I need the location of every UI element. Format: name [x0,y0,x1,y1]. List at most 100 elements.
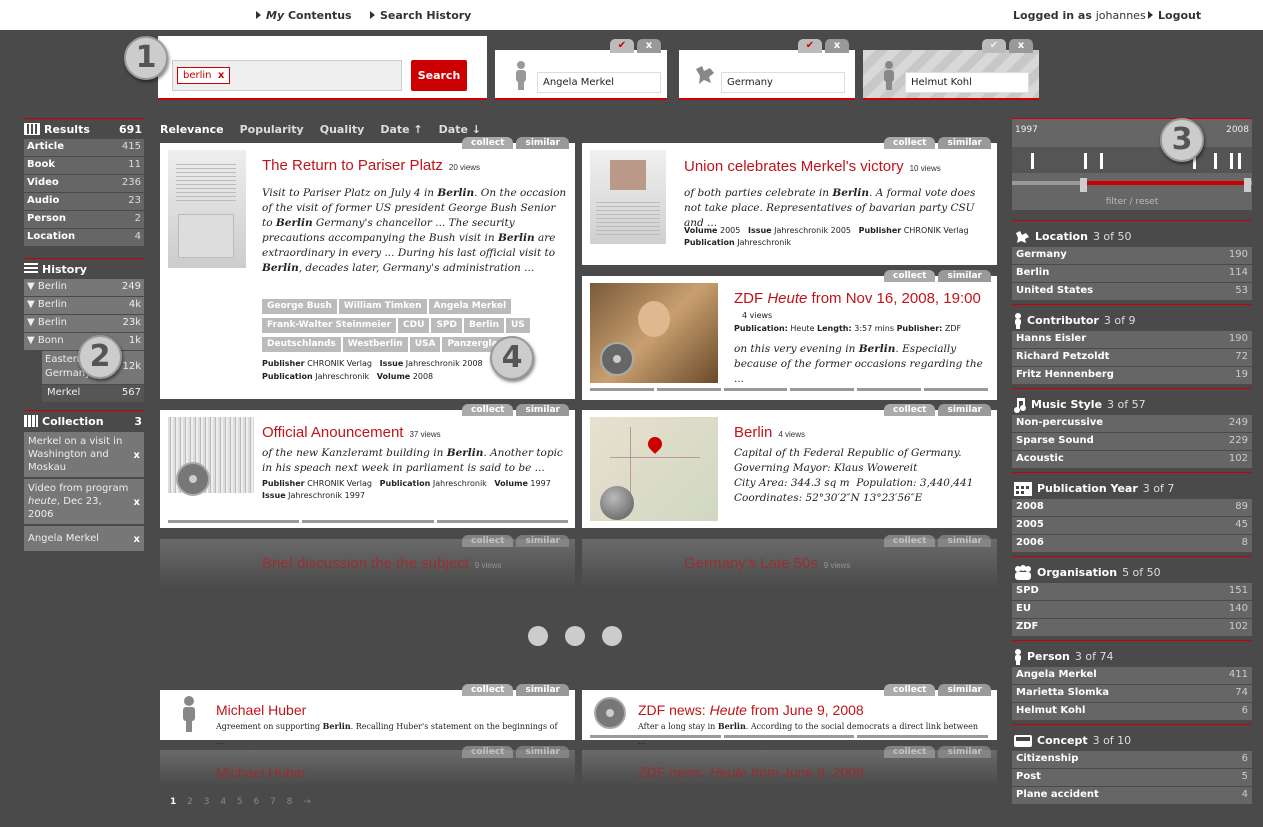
tag[interactable]: George Bush [262,299,337,314]
history-item[interactable]: ▼ Berlin 4k [24,297,144,314]
collect-tab[interactable]: collect [884,535,936,547]
facet-item[interactable]: Plane accident 4 [1012,787,1252,804]
facet-item[interactable]: Richard Petzoldt 72 [1012,349,1252,366]
sort-date-asc[interactable]: Date ↑ [380,123,422,136]
results-item-video[interactable]: Video 236 [24,175,144,192]
tag[interactable]: Berlin [464,318,504,333]
tag[interactable]: William Timken [338,299,427,314]
collection-item[interactable]: Video from program heute, Dec 23, 2006 x [24,479,144,524]
facet-item[interactable]: Berlin 114 [1012,265,1252,282]
card-title[interactable]: Union celebrates Merkel's victory 10 view… [684,158,941,175]
facet-header[interactable]: Publication Year 3 of 7 [1012,472,1252,498]
facet-item[interactable]: Marietta Slomka 74 [1012,685,1252,702]
facet-item[interactable]: Citizenship 6 [1012,751,1252,768]
facet-item[interactable]: Angela Merkel 411 [1012,667,1252,684]
remove-icon[interactable]: x [134,533,140,546]
tag[interactable]: USA [409,337,441,352]
faded-result-card[interactable]: collect similar Germany's Late 50s 9 views [582,535,997,589]
video-segments[interactable] [590,388,988,391]
my-contentus-link[interactable]: My Contentus [256,9,352,22]
collect-tab[interactable]: collect [884,404,936,416]
similar-tab[interactable]: similar [938,404,991,416]
card-title[interactable]: Berlin 4 views [734,424,805,441]
collect-tab[interactable]: collect [884,137,936,149]
facet-item[interactable]: Fritz Hennenberg 19 [1012,367,1252,384]
audio-segments[interactable] [168,520,568,523]
check-icon[interactable]: ✔ [982,39,1006,53]
collect-tab[interactable]: collect [462,404,514,416]
card-title[interactable]: ZDF news: Heute from June 9, 2008 [638,702,864,718]
card-title[interactable]: Official Anouncement 37 views [262,424,441,441]
similar-tab[interactable]: similar [516,137,569,149]
video-segments[interactable] [590,735,989,738]
sort-popularity[interactable]: Popularity [240,123,304,136]
timeline-filter[interactable]: 1997 2008 filter / reset [1012,118,1252,210]
token-remove-icon[interactable]: x [218,70,224,81]
similar-tab[interactable]: similar [516,684,569,696]
facet-item[interactable]: United States 53 [1012,283,1252,300]
filter-link[interactable]: filter [1106,197,1127,207]
result-card[interactable]: collect similar ZDF Heute from Nov 16, 20… [582,270,997,400]
facet-item[interactable]: ZDF 102 [1012,619,1252,636]
tag[interactable]: Westberlin [342,337,408,352]
collection-item[interactable]: Angela Merkel x [24,526,144,551]
similar-tab[interactable]: similar [938,746,991,758]
result-card[interactable]: collect similar Official Anouncement 37 vi… [160,404,575,528]
search-input[interactable]: berlin x [172,60,402,91]
facet-item[interactable]: Helmut Kohl 6 [1012,703,1252,720]
similar-tab[interactable]: similar [516,746,569,758]
tag[interactable]: Angela Merkel [428,299,512,314]
facet-header[interactable]: Organisation 5 of 50 [1012,556,1252,582]
results-item-person[interactable]: Person 2 [24,211,144,228]
collect-tab[interactable]: collect [462,535,514,547]
logout-link[interactable]: Logout [1148,9,1201,22]
pagination[interactable]: 1 2 3 4 5 6 7 8 → [170,797,311,807]
history-item[interactable]: Merkel 567 [42,385,144,402]
collect-tab[interactable]: collect [462,746,514,758]
facet-item[interactable]: Acoustic 102 [1012,451,1252,468]
facet-header[interactable]: Concept 3 of 10 [1012,724,1252,750]
check-icon[interactable]: ✔ [798,39,822,53]
results-item-book[interactable]: Book 11 [24,157,144,174]
facet-item[interactable]: Hanns Eisler 190 [1012,331,1252,348]
facet-header[interactable]: Music Style 3 of 57 [1012,388,1252,414]
facet-item[interactable]: 2005 45 [1012,517,1252,534]
facet-item[interactable]: EU 140 [1012,601,1252,618]
result-card[interactable]: collect similar Union celebrates Merkel's… [582,137,997,265]
tag[interactable]: Frank-Walter Steinmeier [262,318,397,333]
faded-result-card[interactable]: collect similar ZDF news: Heute from June… [582,746,997,786]
card-title[interactable]: Michael Huber [216,702,306,718]
close-icon[interactable]: x [637,39,661,53]
timeline-handle-left[interactable] [1080,178,1087,192]
similar-tab[interactable]: similar [516,535,569,547]
collect-tab[interactable]: collect [884,270,936,282]
facet-header[interactable]: Location 3 of 50 [1012,220,1252,246]
results-item-audio[interactable]: Audio 23 [24,193,144,210]
collection-item[interactable]: Merkel on a visit in Washington and Mosk… [24,432,144,477]
card-title[interactable]: Michael Huber [216,764,306,780]
remove-icon[interactable]: x [134,449,140,462]
card-title[interactable]: Brief discussion the the subject 9 views [262,555,501,572]
collect-tab[interactable]: collect [884,684,936,696]
timeline-handle-right[interactable] [1244,178,1251,192]
result-card[interactable]: collect similar Michael Huber Agreement o… [160,684,575,746]
sort-quality[interactable]: Quality [320,123,365,136]
check-icon[interactable]: ✔ [610,39,634,53]
tag[interactable]: Deutschlands [262,337,341,352]
collect-tab[interactable]: collect [462,684,514,696]
facet-item[interactable]: Germany 190 [1012,247,1252,264]
facet-item[interactable]: Sparse Sound 229 [1012,433,1252,450]
facet-item[interactable]: Non-percussive 249 [1012,415,1252,432]
close-icon[interactable]: x [1009,39,1033,53]
tag[interactable]: CDU [398,318,430,333]
results-item-article[interactable]: Article 415 [24,139,144,156]
results-item-location[interactable]: Location 4 [24,229,144,246]
history-item[interactable]: ▼ Berlin 23k [24,315,144,332]
card-title[interactable]: ZDF news: Heute from June 9, 2008 [638,764,864,780]
facet-header[interactable]: Contributor 3 of 9 [1012,304,1252,330]
facet-item[interactable]: SPD 151 [1012,583,1252,600]
card-title[interactable]: The Return to Pariser Platz 20 views [262,157,480,174]
faded-result-card[interactable]: collect similar Brief discussion the the … [160,535,575,589]
collect-tab[interactable]: collect [462,137,514,149]
facet-item[interactable]: 2008 89 [1012,499,1252,516]
